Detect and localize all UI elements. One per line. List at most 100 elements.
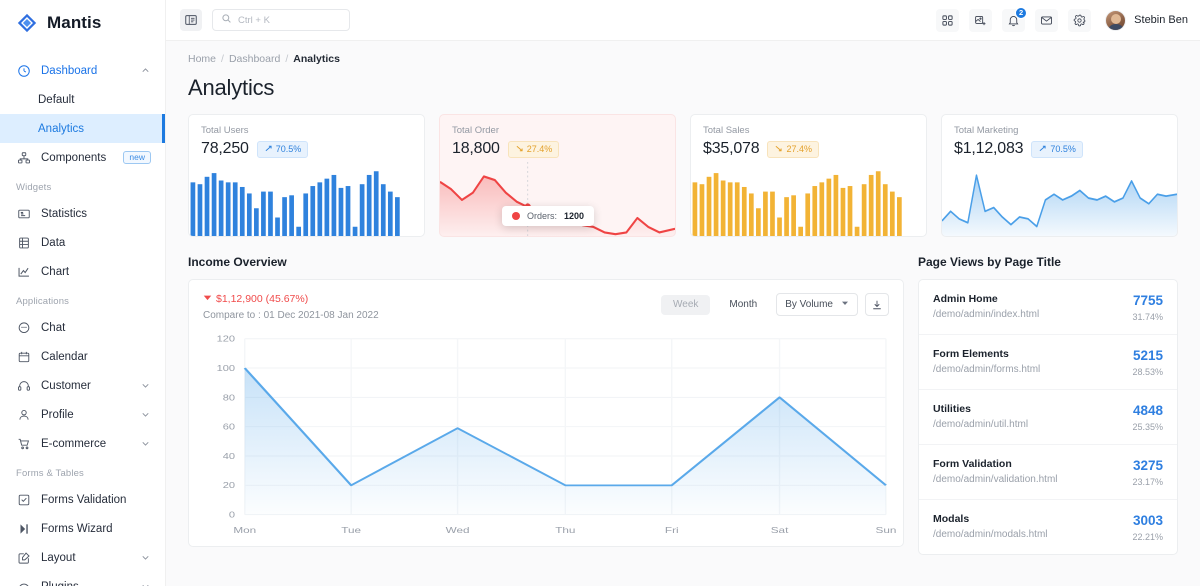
- svg-text:Tue: Tue: [341, 527, 361, 536]
- chevron-down-icon[interactable]: [139, 552, 151, 564]
- gear-icon[interactable]: [1068, 9, 1091, 32]
- sidebar-item-label: Statistics: [41, 208, 151, 220]
- stat-card-chip-label: 27.4%: [786, 145, 812, 154]
- breadcrumb-item-dashboard[interactable]: Dashboard: [229, 53, 280, 65]
- month-button[interactable]: Month: [717, 295, 769, 315]
- sidebar-subitem-label: Default: [38, 94, 74, 106]
- list-item[interactable]: Utilities /demo/admin/util.html 4848 25.…: [919, 390, 1177, 445]
- sidebar-item-ecommerce[interactable]: E-commerce: [0, 429, 165, 458]
- sidebar-item-default[interactable]: Default: [0, 85, 165, 114]
- dashboard-icon: [16, 63, 31, 78]
- download-icon[interactable]: [865, 293, 889, 316]
- svg-text:80: 80: [223, 394, 235, 403]
- sidebar-item-label: Components: [41, 152, 113, 164]
- list-item[interactable]: Admin Home /demo/admin/index.html 7755 3…: [919, 280, 1177, 335]
- stat-card-value: $1,12,083: [954, 140, 1023, 158]
- stat-card-total-order[interactable]: Total Order 18,800 27.4%: [439, 114, 676, 237]
- sidebar-group-forms-tables: Forms & Tables: [0, 468, 165, 479]
- sidebar-item-customer[interactable]: Customer: [0, 371, 165, 400]
- stat-card-label: Total Users: [201, 125, 412, 136]
- stat-card-chip-label: 70.5%: [1050, 145, 1076, 154]
- sidebar-item-analytics[interactable]: Analytics: [0, 114, 165, 143]
- svg-text:40: 40: [223, 452, 235, 461]
- page-view-title: Modals: [933, 513, 1132, 525]
- sidebar-item-label: Forms Validation: [41, 494, 151, 506]
- search-input[interactable]: Ctrl + K: [212, 9, 350, 31]
- sidebar-item-forms-wizard[interactable]: Forms Wizard: [0, 514, 165, 543]
- user-menu[interactable]: Stebin Ben: [1105, 10, 1188, 31]
- sidebar-item-calendar[interactable]: Calendar: [0, 342, 165, 371]
- bell-badge-count: 2: [1015, 7, 1027, 19]
- page-view-url: /demo/admin/modals.html: [933, 529, 1132, 540]
- list-item[interactable]: Modals /demo/admin/modals.html 3003 22.2…: [919, 500, 1177, 554]
- lower-row: Income Overview $1,12,900 (45.67%): [188, 255, 1178, 555]
- sidebar-item-plugins[interactable]: Plugins: [0, 572, 165, 586]
- page-view-title: Utilities: [933, 403, 1132, 415]
- page-view-url: /demo/admin/util.html: [933, 419, 1132, 430]
- sidebar-item-layout[interactable]: Layout: [0, 543, 165, 572]
- stat-card-total-marketing[interactable]: Total Marketing $1,12,083 70.5%: [941, 114, 1178, 237]
- sidebar-item-profile[interactable]: Profile: [0, 400, 165, 429]
- search-icon: [221, 11, 232, 29]
- apps-grid-icon[interactable]: [936, 9, 959, 32]
- search-placeholder: Ctrl + K: [238, 15, 270, 26]
- page-view-title: Form Validation: [933, 458, 1132, 470]
- topbar: Ctrl + K 2: [166, 0, 1200, 41]
- image-add-icon[interactable]: [969, 9, 992, 32]
- page-content: Home / Dashboard / Analytics Analytics T…: [166, 41, 1200, 586]
- sidebar-item-components[interactable]: Components new: [0, 143, 165, 172]
- list-item[interactable]: Form Elements /demo/admin/forms.html 521…: [919, 335, 1177, 390]
- svg-text:20: 20: [223, 482, 235, 491]
- sidebar-item-dashboard[interactable]: Dashboard: [0, 56, 165, 85]
- chevron-down-icon[interactable]: [139, 380, 151, 392]
- tooltip-series-dot: [512, 212, 520, 220]
- sidebar-item-label: E-commerce: [41, 438, 129, 450]
- trend-up-icon: [264, 144, 273, 155]
- forms-wizard-icon: [16, 521, 31, 536]
- menu-collapse-icon[interactable]: [180, 9, 202, 31]
- sidebar-item-forms-validation[interactable]: Forms Validation: [0, 485, 165, 514]
- brand[interactable]: Mantis: [0, 6, 165, 40]
- stat-card-value: 78,250: [201, 140, 249, 158]
- sidebar-item-chat[interactable]: Chat: [0, 313, 165, 342]
- stat-card-value-row: 18,800 27.4%: [452, 140, 663, 158]
- page-view-info: Utilities /demo/admin/util.html: [933, 403, 1132, 430]
- page-view-title: Form Elements: [933, 348, 1132, 360]
- bell-icon[interactable]: 2: [1002, 9, 1025, 32]
- page-view-info: Form Validation /demo/admin/validation.h…: [933, 458, 1132, 485]
- main-area: Ctrl + K 2: [166, 0, 1200, 586]
- sidebar-item-statistics[interactable]: Statistics: [0, 199, 165, 228]
- page-views-column: Page Views by Page Title Admin Home /dem…: [918, 255, 1178, 555]
- income-overview-title: Income Overview: [188, 255, 904, 269]
- list-item[interactable]: Form Validation /demo/admin/validation.h…: [919, 445, 1177, 500]
- page-view-metrics: 5215 28.53%: [1132, 348, 1163, 377]
- sidebar-item-data[interactable]: Data: [0, 228, 165, 257]
- chevron-down-icon[interactable]: [139, 438, 151, 450]
- mail-icon[interactable]: [1035, 9, 1058, 32]
- breadcrumb-item-home[interactable]: Home: [188, 53, 216, 65]
- page-view-count: 7755: [1132, 293, 1163, 308]
- chart-icon: [16, 264, 31, 279]
- sidebar-group-widgets: Widgets: [0, 182, 165, 193]
- income-overview-chart: 120 100 80 60 40 20 0: [189, 321, 903, 546]
- chevron-up-icon[interactable]: [139, 65, 151, 77]
- sidebar-item-label: Calendar: [41, 351, 151, 363]
- sidebar-item-label: Plugins: [41, 581, 129, 586]
- stat-card-total-users[interactable]: Total Users 78,250 70.5%: [188, 114, 425, 237]
- chevron-down-icon[interactable]: [139, 409, 151, 421]
- breadcrumb: Home / Dashboard / Analytics: [188, 53, 1178, 65]
- page-view-percent: 25.35%: [1132, 422, 1163, 432]
- stat-card-total-sales[interactable]: Total Sales $35,078 27.4%: [690, 114, 927, 237]
- sidebar-item-chart[interactable]: Chart: [0, 257, 165, 286]
- chevron-down-icon[interactable]: [139, 581, 151, 586]
- income-overview-panel: $1,12,900 (45.67%) Compare to : 01 Dec 2…: [188, 279, 904, 547]
- svg-text:60: 60: [223, 423, 235, 432]
- by-volume-select[interactable]: By Volume: [776, 293, 858, 316]
- svg-text:Thu: Thu: [555, 527, 575, 536]
- total-marketing-sparkline: [942, 162, 1177, 236]
- trend-up-icon: [1038, 144, 1047, 155]
- stat-card-header: Total Marketing $1,12,083 70.5%: [942, 115, 1177, 158]
- income-delta-value: $1,12,900 (45.67%): [216, 293, 308, 305]
- page-view-metrics: 3275 23.17%: [1132, 458, 1163, 487]
- week-button[interactable]: Week: [661, 295, 710, 315]
